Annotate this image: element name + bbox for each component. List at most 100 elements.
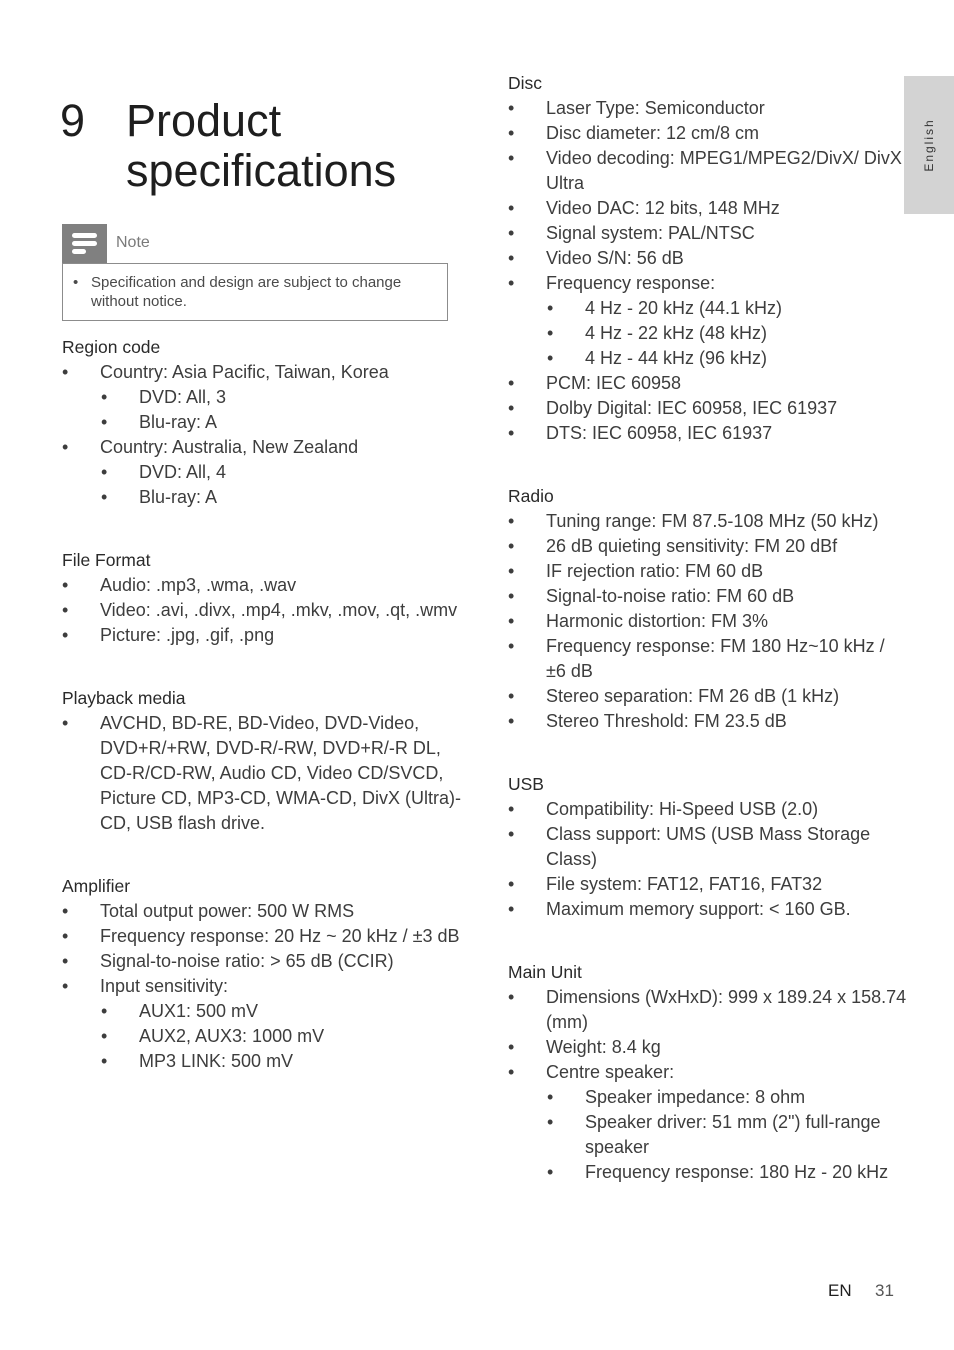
list-item-text: 4 Hz - 22 kHz (48 kHz)	[585, 323, 768, 343]
list-item-text: Frequency response: FM 180 Hz~10 kHz / ±…	[546, 636, 885, 681]
list-item: • Frequency response:	[508, 271, 908, 296]
section-title: File Format	[62, 550, 151, 570]
list-item-text: Video: .avi, .divx, .mp4, .mkv, .mov, .q…	[100, 600, 458, 620]
list-item: • Weight: 8.4 kg	[508, 1035, 908, 1060]
bullet-icon: •	[101, 1001, 108, 1021]
bullet-icon: •	[101, 1026, 108, 1046]
spec-section: Main Unit • Dimensions (WxHxD): 999 x 189.…	[508, 960, 908, 1185]
list-item-text: AVCHD, BD-RE, BD-Video, DVD-Video, DVD+R…	[100, 713, 462, 833]
bullet-icon: •	[101, 462, 108, 482]
bullet-icon: •	[62, 600, 69, 620]
bullet-icon: •	[62, 362, 69, 382]
list-item-text: DVD: All, 3	[139, 387, 227, 407]
page-number: 31	[875, 1281, 894, 1300]
bullet-icon: •	[508, 1062, 515, 1082]
bullet-icon: •	[62, 713, 69, 733]
list-item: • MP3 LINK: 500 mV	[62, 1049, 462, 1074]
list-item-text: Signal-to-noise ratio: FM 60 dB	[546, 586, 795, 606]
list-item-text: Compatibility: Hi-Speed USB (2.0)	[546, 799, 819, 819]
list-item-text: Stereo separation: FM 26 dB (1 kHz)	[546, 686, 840, 706]
list-item-text: Frequency response:	[546, 273, 716, 293]
list-item-text: Frequency response: 180 Hz - 20 kHz	[585, 1162, 889, 1182]
list-item-text: Total output power: 500 W RMS	[100, 901, 355, 921]
list-item: • Audio: .mp3, .wma, .wav	[62, 573, 462, 598]
list-item-text: Dimensions (WxHxD): 999 x 189.24 x 158.7…	[546, 987, 907, 1032]
list-item-text: Country: Asia Pacific, Taiwan, Korea	[100, 362, 389, 382]
list-item-text: Harmonic distortion: FM 3%	[546, 611, 769, 631]
list-item: • Stereo separation: FM 26 dB (1 kHz)	[508, 684, 908, 709]
list-item: • Dimensions (WxHxD): 999 x 189.24 x 158.…	[508, 985, 908, 1035]
list-item-text: Maximum memory support: < 160 GB.	[546, 899, 851, 919]
list-item-text: Picture: .jpg, .gif, .png	[100, 625, 275, 645]
list-item: • AUX1: 500 mV	[62, 999, 462, 1024]
section-title: Playback media	[62, 688, 186, 708]
list-item: • Laser Type: Semiconductor	[508, 96, 908, 121]
bullet-icon: •	[101, 412, 108, 432]
list-item: • Blu-ray: A	[62, 410, 462, 435]
spec-section: File Format • Audio: .mp3, .wma, .wav • Vide…	[62, 548, 462, 648]
chapter-number: 9	[60, 95, 86, 147]
bullet-icon: •	[508, 899, 515, 919]
bullet-icon: •	[547, 1112, 554, 1132]
list-item: • Frequency response: 20 Hz ~ 20 kHz / ±3…	[62, 924, 462, 949]
list-item-text: Blu-ray: A	[139, 412, 218, 432]
list-item: • Signal-to-noise ratio: > 65 dB (CCIR)	[62, 949, 462, 974]
note-icon	[62, 224, 107, 263]
list-item: • 4 Hz - 22 kHz (48 kHz)	[508, 321, 908, 346]
list-item-text: Laser Type: Semiconductor	[546, 98, 765, 118]
list-item: • Harmonic distortion: FM 3%	[508, 609, 908, 634]
note-body: • Specification and design are subject t…	[62, 263, 448, 321]
list-item-text: Blu-ray: A	[139, 487, 218, 507]
list-item: • File system: FAT12, FAT16, FAT32	[508, 872, 908, 897]
bullet-icon: •	[508, 373, 515, 393]
list-item: • Country: Australia, New Zealand	[62, 435, 462, 460]
bullet-icon: •	[508, 561, 515, 581]
language-tab-label: English	[922, 118, 936, 172]
note-label: Note	[116, 234, 150, 251]
list-item-text: Speaker driver: 51 mm (2") full-range sp…	[585, 1112, 881, 1157]
list-item-text: Speaker impedance: 8 ohm	[585, 1087, 806, 1107]
bullet-icon: •	[508, 248, 515, 268]
list-item: • Picture: .jpg, .gif, .png	[62, 623, 462, 648]
list-item: • Country: Asia Pacific, Taiwan, Korea	[62, 360, 462, 385]
list-item-text: AUX2, AUX3: 1000 mV	[139, 1026, 325, 1046]
bullet-icon: •	[547, 298, 554, 318]
list-item-text: Dolby Digital: IEC 60958, IEC 61937	[546, 398, 838, 418]
list-item-text: 4 Hz - 44 kHz (96 kHz)	[585, 348, 768, 368]
section-title: Radio	[508, 486, 554, 506]
list-item: • Centre speaker:	[508, 1060, 908, 1085]
list-item-text: 4 Hz - 20 kHz (44.1 kHz)	[585, 298, 783, 318]
list-item-text: Country: Australia, New Zealand	[100, 437, 359, 457]
spec-section: Playback media • AVCHD, BD-RE, BD-Video, D…	[62, 686, 462, 836]
bullet-icon: •	[62, 951, 69, 971]
bullet-icon: •	[547, 323, 554, 343]
left-column: Region code • Country: Asia Pacific, Taiwa…	[62, 335, 462, 1112]
bullet-icon: •	[62, 976, 69, 996]
list-item: • Maximum memory support: < 160 GB.	[508, 897, 908, 922]
section-title: Main Unit	[508, 962, 582, 982]
bullet-icon: •	[508, 123, 515, 143]
bullet-icon: •	[508, 536, 515, 556]
list-item-text: Disc diameter: 12 cm/8 cm	[546, 123, 760, 143]
section-title: Amplifier	[62, 876, 131, 896]
list-item: • Blu-ray: A	[62, 485, 462, 510]
section-title: Disc	[508, 73, 543, 93]
bullet-icon: •	[508, 824, 515, 844]
bullet-icon: •	[101, 1051, 108, 1071]
list-item: • Frequency response: FM 180 Hz~10 kHz / …	[508, 634, 908, 684]
bullet-icon: •	[508, 636, 515, 656]
list-item: • Input sensitivity:	[62, 974, 462, 999]
bullet-icon: •	[62, 575, 69, 595]
list-item: • Tuning range: FM 87.5-108 MHz (50 kHz)	[508, 509, 908, 534]
list-item-text: Video S/N: 56 dB	[546, 248, 684, 268]
list-item-text: Signal-to-noise ratio: > 65 dB (CCIR)	[100, 951, 394, 971]
bullet-icon: •	[62, 901, 69, 921]
note-header: Note	[62, 224, 448, 263]
spec-section: Disc • Laser Type: Semiconductor • Disc diam…	[508, 71, 908, 446]
list-item: • 4 Hz - 44 kHz (96 kHz)	[508, 346, 908, 371]
list-item: • Speaker impedance: 8 ohm	[508, 1085, 908, 1110]
list-item: • Speaker driver: 51 mm (2") full-range s…	[508, 1110, 908, 1160]
bullet-icon: •	[73, 274, 79, 291]
bullet-icon: •	[547, 348, 554, 368]
list-item-text: Tuning range: FM 87.5-108 MHz (50 kHz)	[546, 511, 879, 531]
